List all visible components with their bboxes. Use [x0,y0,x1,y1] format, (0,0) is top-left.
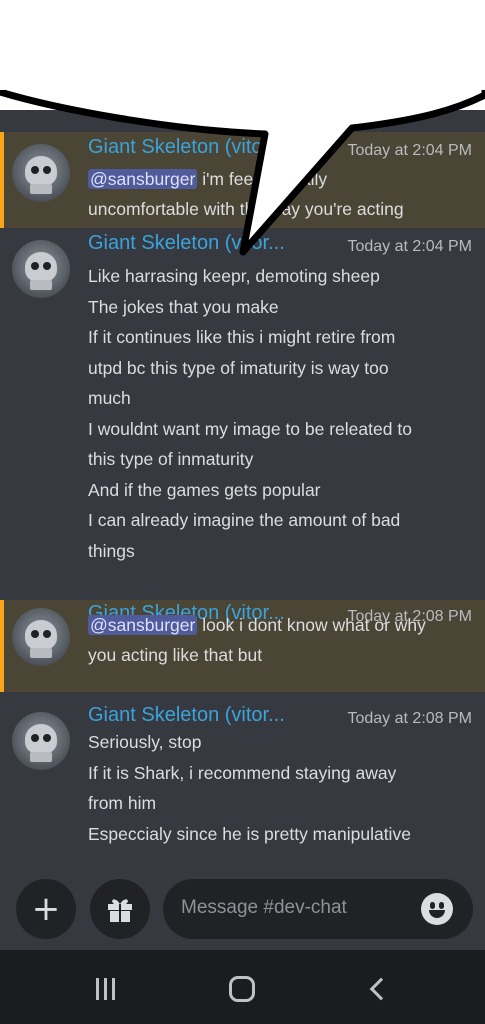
timestamp: Today at 2:04 PM [347,238,472,255]
message-placeholder: Message #dev-chat [181,897,347,918]
message-text: utpd bc this type of imaturity is way to… [88,357,389,378]
message-line: uncomfortable with the way you're acting [88,199,404,220]
avatar[interactable] [12,144,70,202]
avatar[interactable] [12,608,70,666]
message-line: things [88,541,135,562]
plus-icon: + [31,889,61,929]
gift-icon [108,899,132,922]
message-text: you acting like that but [88,645,263,665]
message-text: this type of inmaturity [88,449,254,469]
message-line: from him [88,793,156,814]
message-text: If it is Shark, i recommend staying away [88,762,397,783]
message-text: uncomfortable with the way you're acting [88,199,404,219]
back-icon[interactable] [369,977,393,1001]
message-text: If it continues like this i might retire… [88,327,396,347]
user-mention[interactable]: @sansburger [88,615,198,635]
message-line: this type of inmaturity [88,449,253,470]
message-text: from him [88,793,157,813]
message-line: I wouldnt want my image to be releated t… [88,419,412,440]
author-name[interactable]: Giant Skeleton (vitor... [88,704,285,727]
message-line: If it continues like this i might retire… [88,327,395,348]
message-line: much [88,388,131,409]
gift-button[interactable] [90,879,150,939]
avatar[interactable] [12,712,70,770]
message-text: I wouldnt want my image to be releated t… [88,418,412,439]
author-name[interactable]: Giant Skeleton (vitor... [88,136,285,159]
message-line: Especcialy since he is pretty manipulati… [88,824,411,845]
message-line: Like harrasing keepr, demoting sheep [88,266,380,287]
message-text: Especcialy since he is pretty manipulati… [88,823,411,844]
message-line: utpd bc this type of imaturity is way to… [88,358,389,379]
message-line: If it is Shark, i recommend staying away [88,763,396,784]
message-text: much [88,388,131,408]
message-text: Seriously, stop [88,732,202,752]
timestamp: Today at 2:04 PM [347,142,472,159]
system-nav-bar [0,950,485,1024]
message-line: Seriously, stop [88,732,201,753]
message-line: @sansburger i'm feeling really [88,169,327,190]
message-line: @sansburger look i dont know what or why [88,615,426,636]
message-line: The jokes that you make [88,297,279,318]
emoji-icon[interactable] [421,893,453,925]
message-line: And if the games gets popular [88,480,321,501]
home-icon[interactable] [229,976,255,1002]
message-line: you acting like that but [88,645,262,666]
message[interactable]: Giant Skeleton (vitor... Today at 2:04 PM… [0,228,485,600]
user-mention[interactable]: @sansburger [88,169,198,189]
message[interactable]: Giant Skeleton (vitor... Today at 2:04 PM… [0,132,485,228]
message-text: look i dont know what or why [197,615,426,635]
message-text: And if the games gets popular [88,479,321,500]
message-text: i'm feeling really [197,169,328,189]
message-text: Like harrasing keepr, demoting sheep [88,266,380,286]
chat-area: Giant Skeleton (vitor... Today at 2:04 PM… [0,110,485,950]
timestamp: Today at 2:08 PM [347,710,472,727]
author-name[interactable]: Giant Skeleton (vitor... [88,232,285,255]
avatar[interactable] [12,240,70,298]
message-text: The jokes that you make [88,296,279,317]
recents-icon[interactable] [90,974,130,1004]
message-input[interactable]: Message #dev-chat [163,879,473,939]
message-line: I can already imagine the amount of bad [88,510,400,531]
message[interactable]: Giant Skeleton (vitor... Today at 2:08 PM… [0,600,485,692]
message-text: things [88,540,135,561]
message-composer: + Message #dev-chat [0,870,485,950]
add-attachment-button[interactable]: + [16,879,76,939]
message-text: I can already imagine the amount of bad [88,510,401,530]
